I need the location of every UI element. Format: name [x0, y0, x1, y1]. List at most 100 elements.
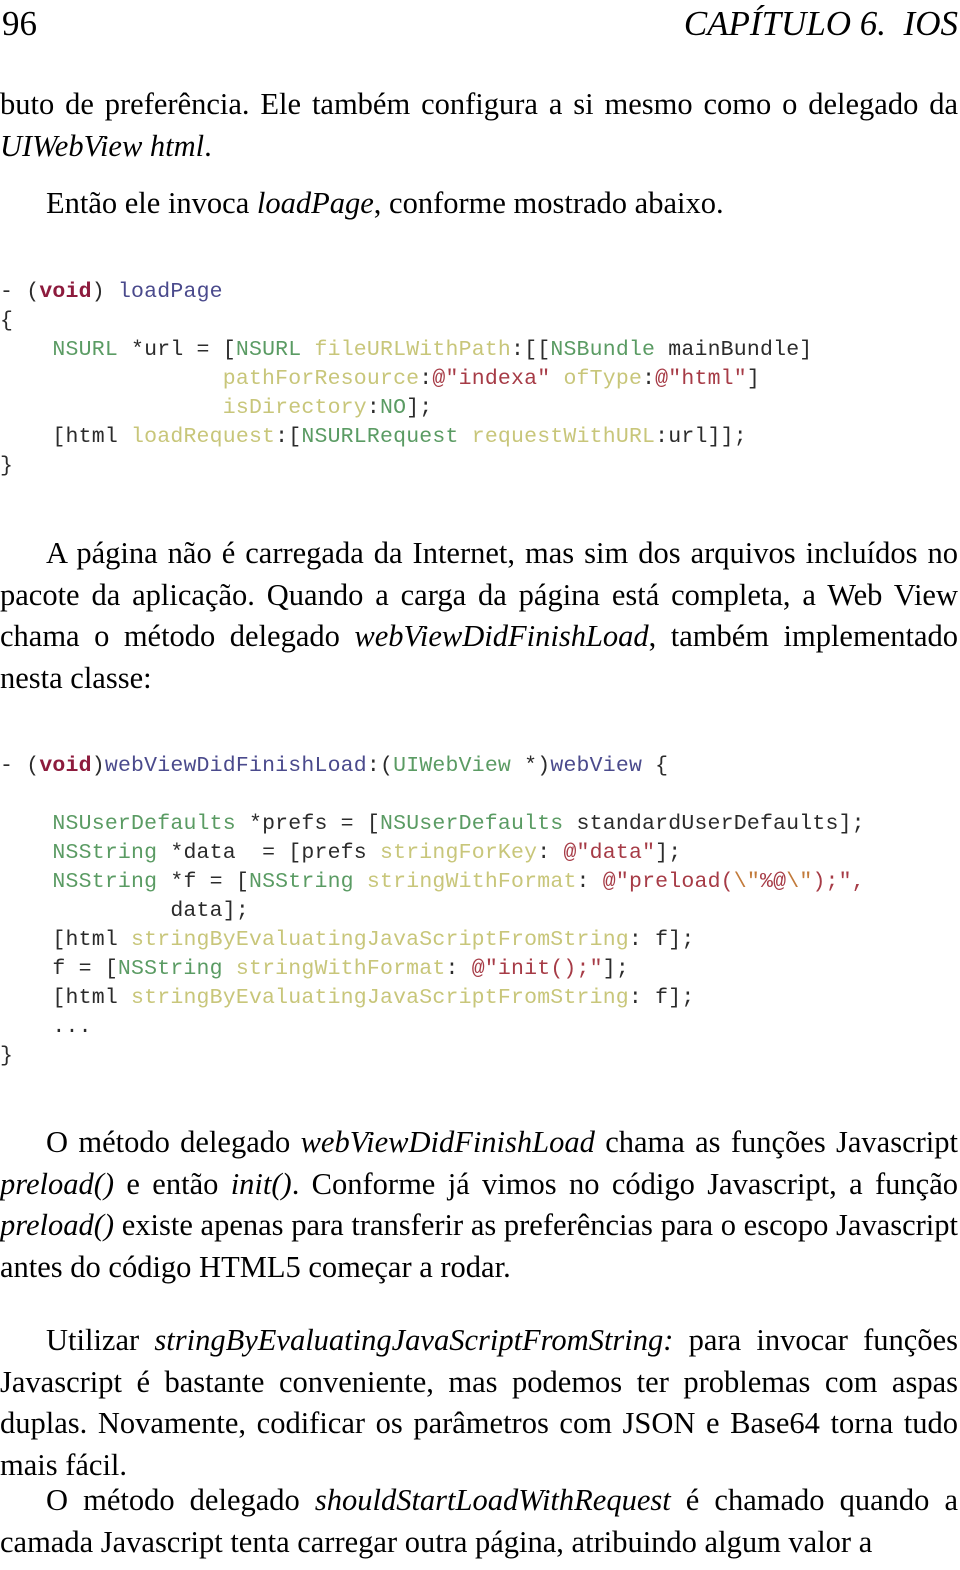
code-token: NSURL: [235, 338, 302, 362]
code-token: ];: [406, 396, 433, 420]
para1-italic: UIWebView html: [0, 128, 205, 163]
code-token: - (: [0, 280, 40, 304]
code-token: ofType: [563, 367, 643, 391]
code-token: @"html": [655, 367, 747, 391]
para4-italic-3: init(): [230, 1166, 292, 1201]
code-token: ];: [602, 957, 629, 981]
para4-part-e: existe apenas para transferir as preferê…: [0, 1208, 958, 1284]
para4-part-b: chama as funções Javascript: [594, 1125, 958, 1159]
code-token: NO: [379, 396, 407, 420]
paragraph-text: Utilizar stringByEvaluatingJavaScriptFro…: [0, 1320, 958, 1486]
code-token: : f];: [628, 928, 695, 952]
para1-part-a: buto de preferência. Ele também configur…: [0, 87, 958, 121]
para4-italic-1: webViewDidFinishLoad: [300, 1125, 595, 1159]
code-token: NSUserDefaults: [52, 812, 236, 836]
code-token: *): [511, 754, 551, 778]
code-token: standardUserDefaults];: [563, 812, 865, 836]
para2-part-b: , conforme mostrado abaixo.: [373, 186, 724, 220]
code-token: - (: [0, 754, 40, 778]
code-token: \": [733, 870, 761, 894]
code-token: NSString: [117, 957, 223, 981]
running-head: 96 CAPÍTULO 6. IOS: [0, 2, 960, 48]
paragraph-text: buto de preferência. Ele também configur…: [0, 84, 958, 167]
code-token: [html: [0, 986, 132, 1010]
code-token: NSString: [248, 870, 354, 894]
code-token: mainBundle]: [655, 338, 813, 362]
code-token: void: [39, 280, 92, 304]
code-token: webView: [550, 754, 643, 778]
code-token: loadPage: [117, 280, 223, 304]
code-token: [html: [0, 928, 132, 952]
code-token: :(: [366, 754, 394, 778]
paragraph-text: A página não é carregada da Internet, ma…: [0, 533, 958, 699]
code-token: :: [419, 367, 433, 391]
para4-part-d: . Conforme já vimos no código Javascript…: [291, 1166, 958, 1201]
code-token: requestWithURL: [471, 425, 656, 449]
paragraph-page-load: A página não é carregada da Internet, ma…: [0, 533, 958, 699]
code-token: NSBundle: [550, 338, 656, 362]
code-token: :: [366, 396, 380, 420]
code-token: %@: [760, 870, 787, 894]
code-token: :[: [275, 425, 302, 449]
code-token: loadRequest: [131, 425, 276, 449]
code-token: @"init();": [471, 957, 603, 981]
para4-part-a: O método delegado: [46, 1125, 301, 1159]
code-token: f = [: [0, 957, 118, 981]
code-token: ]: [746, 367, 760, 391]
code-token: :: [445, 957, 472, 981]
code-token: pathForResource: [222, 367, 420, 391]
paragraph-delegate-explain: O método delegado webViewDidFinishLoad c…: [0, 1122, 958, 1288]
code-token: *url = [: [117, 338, 236, 362]
code-token: stringWithFormat: [235, 957, 446, 981]
code-token: }: [0, 454, 14, 478]
code-token: stringForKey: [380, 841, 538, 865]
document-page: 96 CAPÍTULO 6. IOS buto de preferência. …: [0, 0, 960, 1570]
para6-part-a: O método delegado: [46, 1483, 315, 1517]
code-token: stringByEvaluatingJavaScriptFromString: [131, 986, 629, 1010]
code-token: stringByEvaluatingJavaScriptFromString: [131, 928, 629, 952]
para2-part-a: Então ele invoca: [46, 186, 257, 220]
paragraph-loadpage-intro: Então ele invoca loadPage, conforme most…: [0, 183, 958, 225]
chapter-title: CAPÍTULO 6. IOS: [683, 4, 958, 43]
code-block-loadpage: - (void) loadPage { NSURL *url = [NSURL …: [0, 278, 958, 481]
code-token: NSUserDefaults: [379, 812, 564, 836]
para4-part-c: e então: [114, 1166, 231, 1201]
code-token: {: [0, 309, 14, 333]
code-token: : f];: [628, 986, 695, 1010]
code-token: *prefs = [: [235, 812, 380, 836]
paragraph-stringbyevaluating: Utilizar stringByEvaluatingJavaScriptFro…: [0, 1320, 958, 1486]
code-token: [html: [0, 425, 132, 449]
code-token: NSString: [52, 841, 158, 865]
code-token: @"preload(: [602, 870, 734, 894]
para1-part-b: .: [204, 128, 212, 163]
code-token: :[[: [511, 338, 551, 362]
para5-part-a: Utilizar: [46, 1323, 155, 1357]
para2-italic: loadPage: [256, 186, 374, 220]
paragraph-text: O método delegado shouldStartLoadWithReq…: [0, 1480, 958, 1563]
code-token: ): [91, 280, 118, 304]
code-token: @"data": [563, 841, 656, 865]
code-token: :: [642, 367, 656, 391]
para6-italic: shouldStartLoadWithRequest: [314, 1483, 671, 1517]
paragraph-text: Então ele invoca loadPage, conforme most…: [0, 183, 958, 225]
code-token: data];: [0, 899, 249, 923]
code-token: *data = [prefs: [157, 841, 380, 865]
code-token: :: [537, 841, 564, 865]
code-token: NSString: [52, 870, 158, 894]
code-token: ): [91, 754, 105, 778]
code-token: }: [0, 1044, 14, 1068]
code-token: @"indexa": [432, 367, 551, 391]
code-token: NSURLRequest: [301, 425, 459, 449]
code-listing: - (void) loadPage { NSURL *url = [NSURL …: [0, 278, 958, 481]
code-token: ...: [0, 1015, 92, 1039]
code-token: :: [576, 870, 603, 894]
code-token: fileURLWithPath: [314, 338, 512, 362]
